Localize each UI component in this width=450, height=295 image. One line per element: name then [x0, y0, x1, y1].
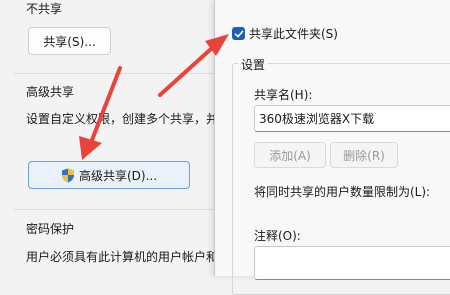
advanced-sharing-description: 设置自定义权限，创建多个共享，并	[26, 112, 219, 126]
checkmark-icon	[234, 30, 243, 37]
no-share-label: 不共享	[26, 2, 63, 16]
uac-shield-icon	[61, 168, 74, 182]
add-button[interactable]: 添加(A)	[254, 142, 326, 168]
settings-group-label: 设置	[238, 56, 269, 73]
advanced-sharing-heading: 高级共享	[26, 85, 75, 99]
share-name-value: 360极速浏览器X下载	[259, 112, 375, 126]
share-button[interactable]: 共享(S)...	[28, 27, 111, 55]
share-folder-checkbox-row[interactable]: 共享此文件夹(S)	[232, 25, 338, 42]
advanced-sharing-button-label: 高级共享(D)...	[78, 168, 158, 183]
password-protection-heading: 密码保护	[26, 222, 75, 236]
user-limit-label: 将同时共享的用户数量限制为(L):	[254, 185, 431, 199]
share-folder-checkbox[interactable]	[232, 27, 245, 40]
password-protection-description: 用户必须具有此计算机的用户帐户和	[26, 250, 219, 264]
group-divider	[14, 209, 214, 210]
advanced-sharing-button[interactable]: 高级共享(D)...	[28, 161, 190, 189]
comment-input[interactable]	[254, 246, 450, 280]
remove-button[interactable]: 删除(R)	[330, 142, 398, 168]
comment-label: 注释(O):	[254, 229, 301, 243]
share-name-label: 共享名(H):	[254, 88, 313, 102]
share-name-input[interactable]: 360极速浏览器X下载	[254, 105, 450, 132]
share-folder-checkbox-label: 共享此文件夹(S)	[249, 27, 338, 41]
group-divider	[14, 73, 214, 74]
